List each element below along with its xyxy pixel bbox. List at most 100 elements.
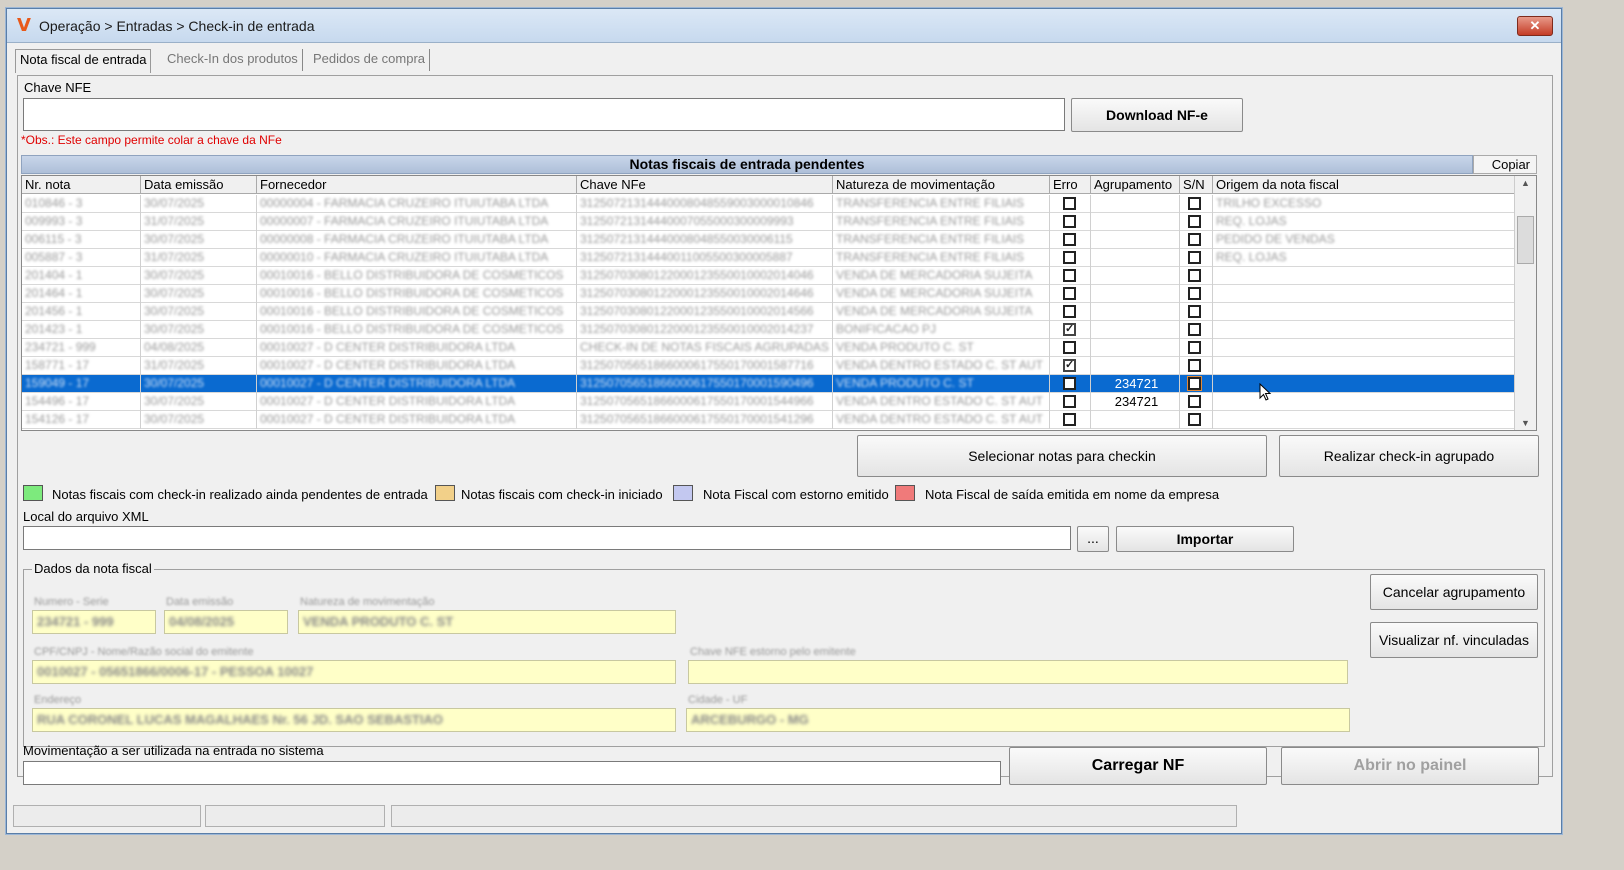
cell-erro bbox=[1050, 393, 1091, 411]
cell-origem bbox=[1213, 267, 1514, 285]
sn-checkbox[interactable] bbox=[1188, 359, 1201, 372]
table-row[interactable]: 010846 - 3 30/07/2025 00000004 - FARMACIA … bbox=[22, 195, 1514, 213]
close-button[interactable]: ✕ bbox=[1517, 16, 1553, 36]
legend-orange-label: Notas fiscais com check-in iniciado bbox=[461, 487, 663, 502]
scroll-down-icon[interactable]: ▼ bbox=[1521, 418, 1530, 428]
sn-checkbox[interactable] bbox=[1188, 251, 1201, 264]
pending-notes-grid[interactable]: Nr. nota Data emissão Fornecedor Chave N… bbox=[21, 175, 1537, 431]
col-sn[interactable]: S/N bbox=[1180, 176, 1213, 194]
erro-checkbox[interactable] bbox=[1063, 395, 1076, 408]
table-row[interactable]: 234721 - 999 04/08/2025 00010027 - D CENTE… bbox=[22, 339, 1514, 357]
erro-checkbox[interactable] bbox=[1063, 341, 1076, 354]
table-row[interactable]: 158771 - 17 31/07/2025 00010027 - D CENTER… bbox=[22, 357, 1514, 375]
table-row[interactable]: 154496 - 17 30/07/2025 00010027 - D CENTER… bbox=[22, 393, 1514, 411]
grid-scrollbar[interactable]: ▲ ▼ bbox=[1514, 176, 1536, 430]
scroll-up-icon[interactable]: ▲ bbox=[1521, 178, 1530, 188]
cell-forn: 00010027 - D CENTER DISTRIBUIDORA LTDA bbox=[257, 411, 577, 429]
browse-button[interactable]: ... bbox=[1077, 526, 1109, 552]
erro-checkbox[interactable] bbox=[1063, 269, 1076, 282]
sn-checkbox[interactable] bbox=[1188, 269, 1201, 282]
cell-chave: 31250705651866000617550170001590496 bbox=[577, 375, 833, 393]
cancel-grouping-button[interactable]: Cancelar agrupamento bbox=[1370, 574, 1538, 610]
sn-checkbox[interactable] bbox=[1188, 215, 1201, 228]
cell-nr: 006115 - 3 bbox=[22, 231, 141, 249]
cell-data: 31/07/2025 bbox=[141, 357, 257, 375]
status-panel-2 bbox=[205, 805, 385, 827]
cidade-field: ARCEBURGO - MG bbox=[686, 708, 1350, 732]
cell-erro bbox=[1050, 195, 1091, 213]
col-origem[interactable]: Origem da nota fiscal bbox=[1213, 176, 1514, 194]
col-erro[interactable]: Erro bbox=[1050, 176, 1091, 194]
erro-checkbox[interactable] bbox=[1063, 251, 1076, 264]
col-agrupamento[interactable]: Agrupamento bbox=[1091, 176, 1180, 194]
cell-chave: 31250705651866000617550170001541296 bbox=[577, 411, 833, 429]
table-row[interactable]: 201464 - 1 30/07/2025 00010016 - BELLO DIS… bbox=[22, 285, 1514, 303]
erro-checkbox[interactable] bbox=[1063, 413, 1076, 426]
cell-forn: 00010027 - D CENTER DISTRIBUIDORA LTDA bbox=[257, 375, 577, 393]
select-notes-button[interactable]: Selecionar notas para checkin bbox=[857, 435, 1267, 477]
table-row[interactable]: 201456 - 1 30/07/2025 00010016 - BELLO DIS… bbox=[22, 303, 1514, 321]
erro-checkbox[interactable] bbox=[1063, 233, 1076, 246]
table-row[interactable]: 009993 - 3 31/07/2025 00000007 - FARMACIA … bbox=[22, 213, 1514, 231]
tab-nota-fiscal-entrada[interactable]: Nota fiscal de entrada bbox=[15, 49, 152, 73]
table-row[interactable]: 159049 - 17 30/07/2025 00010027 - D CENTER… bbox=[22, 375, 1514, 393]
copy-button[interactable]: Copiar bbox=[1473, 155, 1537, 174]
erro-checkbox[interactable] bbox=[1063, 377, 1076, 390]
col-nr-nota[interactable]: Nr. nota bbox=[22, 176, 141, 194]
cell-nat: TRANSFERENCIA ENTRE FILIAIS bbox=[833, 249, 1050, 267]
xml-path-input[interactable] bbox=[23, 526, 1071, 550]
tab-pedidos-compra[interactable]: Pedidos de compra bbox=[309, 49, 431, 71]
cell-nat: VENDA DENTRO ESTADO C. ST AUT bbox=[833, 411, 1050, 429]
erro-checkbox[interactable] bbox=[1063, 305, 1076, 318]
erro-checkbox[interactable]: ✓ bbox=[1063, 359, 1076, 372]
cell-forn: 00010016 - BELLO DISTRIBUIDORA DE COSMET… bbox=[257, 267, 577, 285]
table-row[interactable]: 006115 - 3 30/07/2025 00000008 - FARMACIA … bbox=[22, 231, 1514, 249]
legend-blue-label: Nota Fiscal com estorno emitido bbox=[703, 487, 889, 502]
col-chave-nfe[interactable]: Chave NFe bbox=[577, 176, 833, 194]
import-button[interactable]: Importar bbox=[1116, 526, 1294, 552]
download-nfe-button[interactable]: Download NF-e bbox=[1071, 98, 1243, 132]
cell-nr: 234721 - 999 bbox=[22, 339, 141, 357]
table-row[interactable]: 154126 - 17 30/07/2025 00010027 - D CENTER… bbox=[22, 411, 1514, 429]
view-linked-notes-button[interactable]: Visualizar nf. vinculadas bbox=[1370, 622, 1538, 658]
sn-checkbox[interactable] bbox=[1188, 341, 1201, 354]
abrir-painel-button[interactable]: Abrir no painel bbox=[1281, 747, 1539, 785]
tab-check-in-produtos[interactable]: Check-In dos produtos bbox=[163, 49, 303, 71]
legend-green-label: Notas fiscais com check-in realizado ain… bbox=[52, 487, 428, 502]
sn-checkbox[interactable] bbox=[1188, 323, 1201, 336]
sn-checkbox[interactable] bbox=[1188, 197, 1201, 210]
sn-checkbox[interactable] bbox=[1188, 233, 1201, 246]
carregar-nf-button[interactable]: Carregar NF bbox=[1009, 747, 1267, 785]
erro-checkbox[interactable] bbox=[1063, 287, 1076, 300]
sn-checkbox[interactable] bbox=[1188, 395, 1201, 408]
sn-checkbox[interactable] bbox=[1188, 413, 1201, 426]
cell-forn: 00010027 - D CENTER DISTRIBUIDORA LTDA bbox=[257, 357, 577, 375]
sn-checkbox[interactable] bbox=[1188, 287, 1201, 300]
chave-nfe-input[interactable] bbox=[23, 98, 1065, 131]
col-natureza[interactable]: Natureza de movimentação bbox=[833, 176, 1050, 194]
sn-checkbox[interactable] bbox=[1188, 305, 1201, 318]
cell-origem: REQ. LOJAS bbox=[1216, 214, 1287, 228]
scrollbar-thumb[interactable] bbox=[1517, 216, 1534, 264]
cell-chave: 31250705651866000617550170001544966 bbox=[577, 393, 833, 411]
cell-data: 30/07/2025 bbox=[141, 285, 257, 303]
cell-nr: 159049 - 17 bbox=[22, 375, 141, 393]
cell-agrupamento bbox=[1091, 411, 1180, 429]
table-row[interactable]: 005887 - 3 31/07/2025 00000010 - FARMACIA … bbox=[22, 249, 1514, 267]
cell-forn: 00000008 - FARMACIA CRUZEIRO ITUIUTABA L… bbox=[257, 231, 577, 249]
col-data-emissao[interactable]: Data emissão bbox=[141, 176, 257, 194]
cell-origem bbox=[1213, 285, 1514, 303]
erro-checkbox[interactable] bbox=[1063, 215, 1076, 228]
col-fornecedor[interactable]: Fornecedor bbox=[257, 176, 577, 194]
erro-checkbox[interactable] bbox=[1063, 197, 1076, 210]
table-row[interactable]: 201423 - 1 30/07/2025 00010016 - BELLO DIS… bbox=[22, 321, 1514, 339]
cell-forn: 00010016 - BELLO DISTRIBUIDORA DE COSMET… bbox=[257, 321, 577, 339]
movimentacao-select[interactable] bbox=[23, 761, 1001, 785]
grouped-checkin-button[interactable]: Realizar check-in agrupado bbox=[1279, 435, 1539, 477]
sn-checkbox[interactable] bbox=[1187, 376, 1202, 391]
erro-checkbox[interactable]: ✓ bbox=[1063, 323, 1076, 336]
table-row[interactable]: 201404 - 1 30/07/2025 00010016 - BELLO DIS… bbox=[22, 267, 1514, 285]
cell-nr: 201456 - 1 bbox=[22, 303, 141, 321]
cell-agrupamento bbox=[1091, 303, 1180, 321]
cell-agrupamento bbox=[1091, 231, 1180, 249]
